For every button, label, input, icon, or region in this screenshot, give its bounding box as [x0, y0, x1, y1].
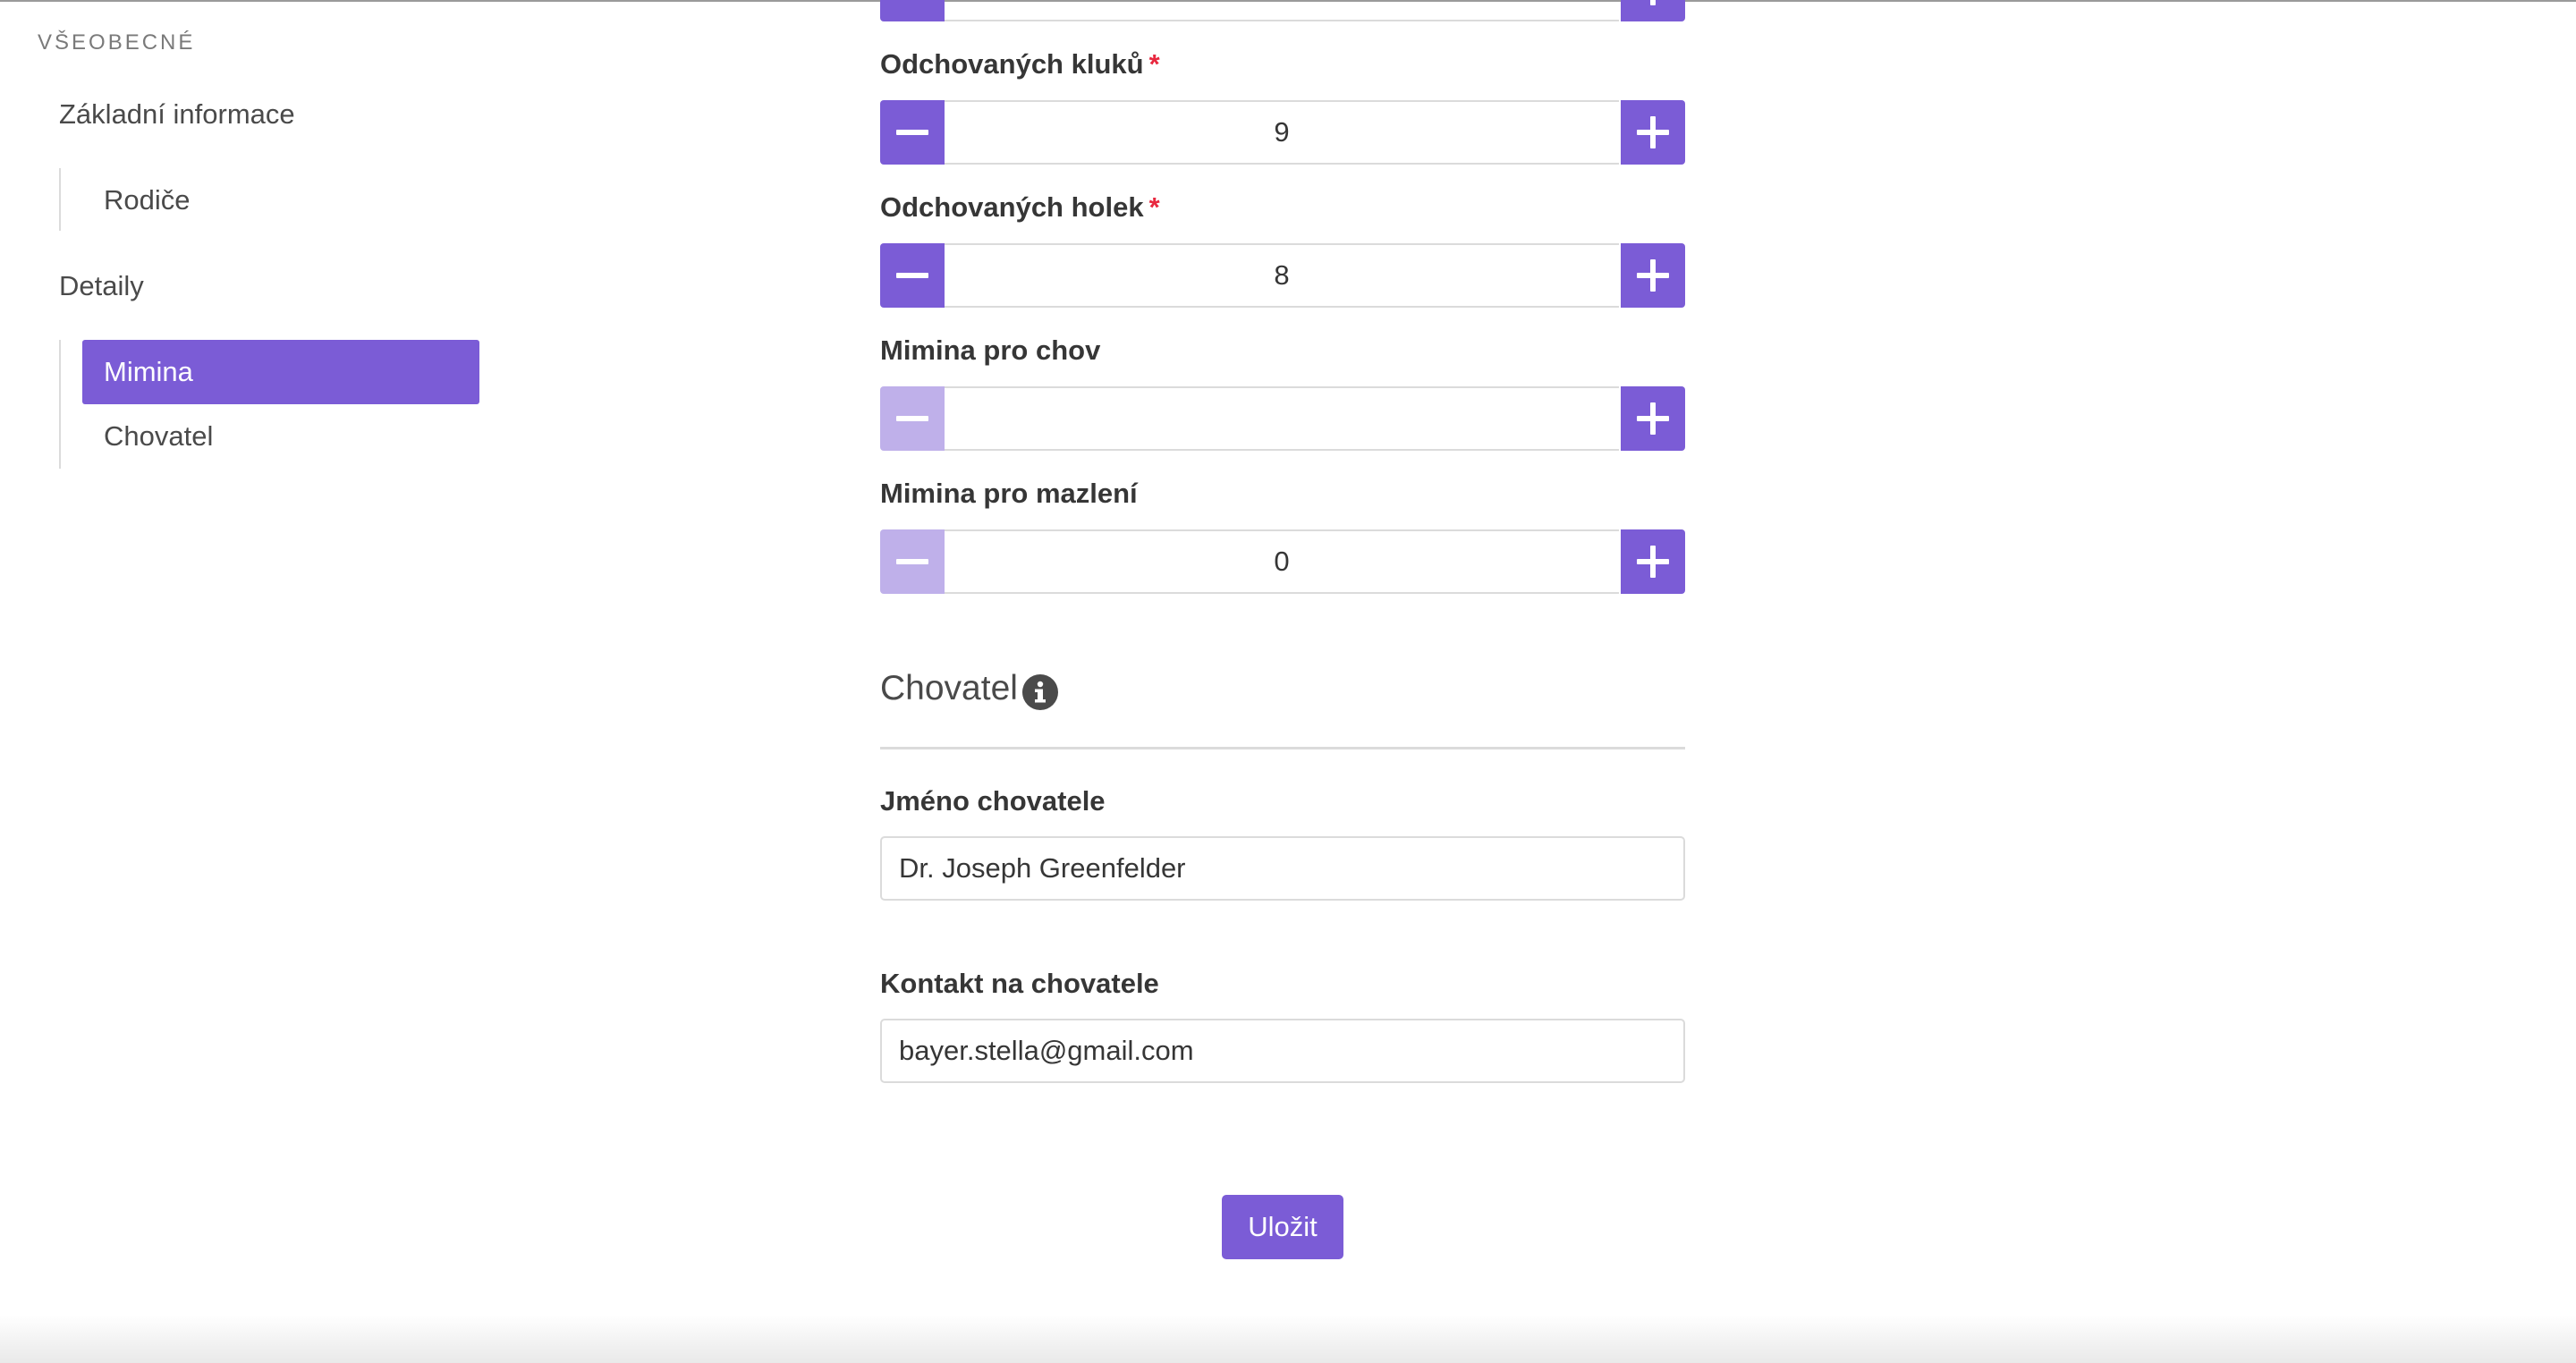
plus-icon[interactable] [1621, 529, 1685, 594]
sidebar-item-chovatel[interactable]: Chovatel [104, 420, 213, 453]
bottom-shadow [0, 1315, 2576, 1363]
quantity-stepper-holky: 8 [880, 243, 1685, 308]
field-label-odchovanych-kluku: Odchovaných kluků * [880, 48, 1160, 80]
quantity-stepper-kluci: 9 [880, 100, 1685, 165]
required-marker: * [1148, 191, 1160, 223]
previous-stepper [880, 0, 1685, 21]
minus-icon[interactable] [880, 243, 945, 308]
sidebar-item-label: Mimina [104, 356, 193, 387]
submenu-border [59, 340, 61, 469]
required-marker: * [1148, 48, 1160, 80]
breeder-name-input[interactable]: Dr. Joseph Greenfelder [880, 836, 1685, 901]
field-label-jmeno-chovatele: Jméno chovatele [880, 785, 1106, 817]
menu-section-label: VŠEOBECNÉ [38, 30, 196, 55]
section-title-chovatel: Chovatel [880, 669, 1018, 707]
sidebar-item-rodice[interactable]: Rodiče [104, 184, 191, 216]
field-label-mimina-pro-mazleni: Mimina pro mazlení [880, 478, 1138, 509]
sidebar-item-zakladni-informace[interactable]: Základní informace [59, 98, 295, 131]
number-input[interactable]: 0 [945, 529, 1619, 594]
number-input[interactable] [945, 0, 1619, 21]
submenu-border [59, 168, 61, 231]
field-label-kontakt-na-chovatele: Kontakt na chovatele [880, 968, 1159, 999]
number-input[interactable]: 8 [945, 243, 1619, 308]
number-input[interactable]: 9 [945, 100, 1619, 165]
quantity-stepper-mazleni: 0 [880, 529, 1685, 594]
minus-icon[interactable] [880, 529, 945, 594]
increment-button[interactable] [1621, 0, 1685, 21]
decrement-button[interactable] [880, 0, 945, 21]
info-icon[interactable] [1022, 674, 1058, 710]
field-label-odchovanych-holek: Odchovaných holek * [880, 191, 1160, 223]
minus-icon[interactable] [880, 386, 945, 451]
minus-icon[interactable] [880, 100, 945, 165]
section-divider [880, 747, 1685, 749]
quantity-stepper-chov [880, 386, 1685, 451]
plus-icon[interactable] [1621, 386, 1685, 451]
number-input[interactable] [945, 386, 1619, 451]
breeder-contact-input[interactable]: bayer.stella@gmail.com [880, 1019, 1685, 1083]
plus-icon[interactable] [1621, 243, 1685, 308]
sidebar-item-mimina[interactable]: Mimina [82, 340, 479, 404]
save-button[interactable]: Uložit [1222, 1195, 1343, 1259]
sidebar-item-detaily[interactable]: Detaily [59, 270, 144, 302]
plus-icon[interactable] [1621, 100, 1685, 165]
field-label-mimina-pro-chov: Mimina pro chov [880, 334, 1101, 366]
